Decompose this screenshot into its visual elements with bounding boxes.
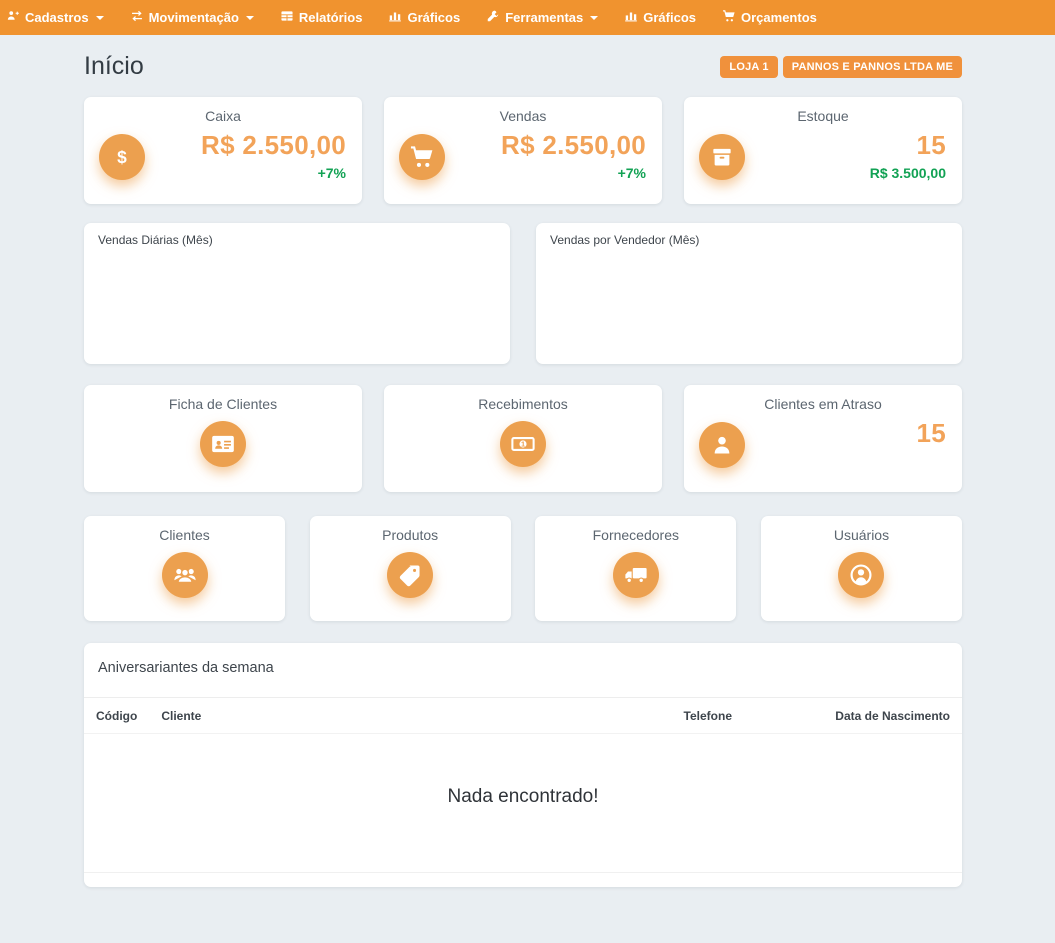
page-header: Início LOJA 1 PANNOS E PANNOS LTDA ME (84, 35, 962, 97)
chart-daily-sales: Vendas Diárias (Mês) (84, 223, 510, 364)
nav-item-ferramentas[interactable]: Ferramentas (473, 0, 611, 35)
user-plus-icon (6, 9, 20, 26)
card-produtos[interactable]: Produtos (310, 516, 511, 621)
birthdays-table: Código Cliente Telefone Data de Nascimen… (84, 698, 962, 873)
chart-sales-by-seller: Vendas por Vendedor (Mês) (536, 223, 962, 364)
nav-item-label: Orçamentos (741, 10, 817, 25)
stat-value: 15 (916, 130, 946, 161)
overdue-count: 15 (916, 418, 946, 449)
card-ficha-de-clientes[interactable]: Ficha de Clientes (84, 385, 362, 492)
dollar-icon: $ (99, 134, 145, 180)
stat-value: R$ 2.550,00 (501, 130, 646, 161)
stat-title: Vendas (384, 97, 662, 124)
nav-item-movimentacao[interactable]: Movimentação (117, 0, 267, 35)
card-recebimentos[interactable]: Recebimentos 1 (384, 385, 662, 492)
svg-text:$: $ (117, 147, 127, 167)
card-clientes[interactable]: Clientes (84, 516, 285, 621)
stat-title: Estoque (684, 97, 962, 124)
chevron-down-icon (96, 16, 104, 20)
stat-delta: +7% (318, 165, 346, 181)
nav-item-graficos-1[interactable]: Gráficos (375, 0, 473, 35)
stats-row: Caixa $ R$ 2.550,00 +7% Vendas R$ 2.550,… (84, 97, 962, 204)
nav-item-label: Gráficos (643, 10, 696, 25)
nav-item-label: Cadastros (25, 10, 89, 25)
users-icon (162, 552, 208, 598)
chart-title: Vendas Diárias (Mês) (84, 223, 510, 257)
panel-footer (84, 873, 962, 887)
money-bill-icon: 1 (500, 421, 546, 467)
box-icon (699, 134, 745, 180)
stat-title: Caixa (84, 97, 362, 124)
card-usuarios[interactable]: Usuários (761, 516, 962, 621)
stat-card-vendas: Vendas R$ 2.550,00 +7% (384, 97, 662, 204)
tag-icon (387, 552, 433, 598)
exchange-icon (130, 9, 144, 26)
user-circle-icon (838, 552, 884, 598)
stat-delta: +7% (618, 165, 646, 181)
shortcuts-row-2: Clientes Produtos Fornecedores Usuários (84, 516, 962, 621)
svg-text:1: 1 (521, 440, 525, 449)
charts-row: Vendas Diárias (Mês) Vendas por Vendedor… (84, 223, 962, 364)
store-badge: LOJA 1 (720, 56, 777, 78)
id-card-icon (200, 421, 246, 467)
card-title: Ficha de Clientes (84, 385, 362, 412)
chevron-down-icon (246, 16, 254, 20)
bar-chart-icon (624, 9, 638, 26)
stat-value: R$ 2.550,00 (201, 130, 346, 161)
empty-state-row: Nada encontrado! (84, 734, 962, 873)
empty-state-message: Nada encontrado! (84, 734, 962, 873)
nav-item-label: Ferramentas (505, 10, 583, 25)
card-fornecedores[interactable]: Fornecedores (535, 516, 736, 621)
column-header-cliente: Cliente (149, 698, 614, 734)
nav-item-cadastros[interactable]: Cadastros (0, 0, 117, 35)
column-header-codigo: Código (84, 698, 149, 734)
truck-icon (613, 552, 659, 598)
page-title: Início (84, 52, 144, 81)
nav-item-relatorios[interactable]: Relatórios (267, 0, 376, 35)
birthdays-panel-title: Aniversariantes da semana (84, 643, 962, 698)
stat-card-caixa: Caixa $ R$ 2.550,00 +7% (84, 97, 362, 204)
company-badge: PANNOS E PANNOS LTDA ME (783, 56, 962, 78)
bar-chart-icon (388, 9, 402, 26)
column-header-telefone: Telefone (614, 698, 744, 734)
card-clientes-em-atraso[interactable]: Clientes em Atraso 15 (684, 385, 962, 492)
store-badges: LOJA 1 PANNOS E PANNOS LTDA ME (720, 56, 962, 78)
nav-item-label: Movimentação (149, 10, 239, 25)
top-navbar: Cadastros Movimentação Relatórios Gráfic… (0, 0, 1055, 35)
column-header-data-nascimento: Data de Nascimento (744, 698, 962, 734)
card-title: Usuários (761, 516, 962, 543)
nav-item-label: Relatórios (299, 10, 363, 25)
wrench-icon (486, 9, 500, 26)
cart-icon (722, 9, 736, 26)
card-title: Clientes (84, 516, 285, 543)
card-title: Produtos (310, 516, 511, 543)
shortcuts-row-1: Ficha de Clientes Recebimentos 1 Cliente… (84, 385, 962, 492)
card-title: Recebimentos (384, 385, 662, 412)
table-header-row: Código Cliente Telefone Data de Nascimen… (84, 698, 962, 734)
cart-icon (399, 134, 445, 180)
chart-title: Vendas por Vendedor (Mês) (536, 223, 962, 257)
stat-subvalue: R$ 3.500,00 (870, 165, 946, 181)
nav-item-graficos-2[interactable]: Gráficos (611, 0, 709, 35)
card-title: Clientes em Atraso (684, 385, 962, 412)
nav-item-label: Gráficos (407, 10, 460, 25)
stat-card-estoque: Estoque 15 R$ 3.500,00 (684, 97, 962, 204)
birthdays-panel: Aniversariantes da semana Código Cliente… (84, 643, 962, 887)
chevron-down-icon (590, 16, 598, 20)
table-icon (280, 9, 294, 26)
user-icon (699, 422, 745, 468)
card-title: Fornecedores (535, 516, 736, 543)
nav-item-orcamentos[interactable]: Orçamentos (709, 0, 830, 35)
